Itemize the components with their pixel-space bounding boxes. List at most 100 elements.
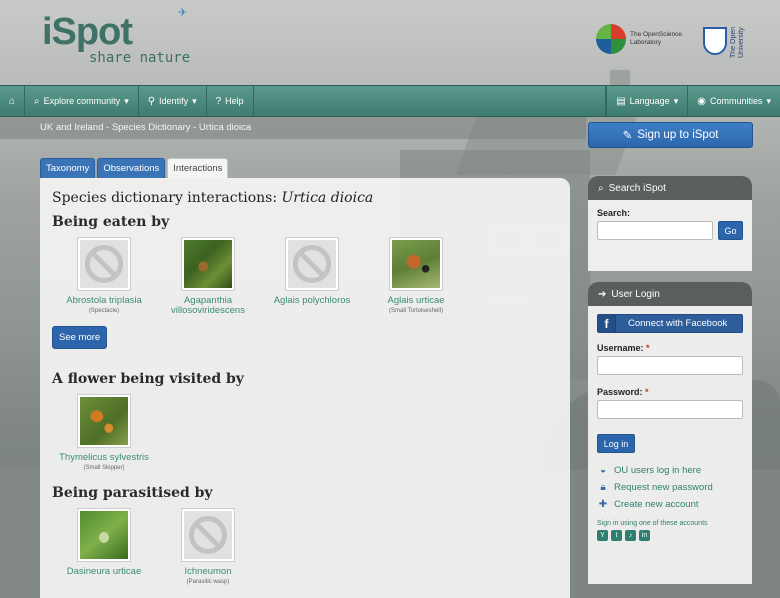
species-card[interactable]: Agapanthia villosoviridescens (156, 237, 260, 318)
species-name[interactable]: Dasineura urticae (52, 567, 156, 577)
ou-shield-icon: ◒ (599, 465, 607, 476)
username-label: Username: * (597, 343, 743, 353)
search-icon: ⌕ (34, 95, 40, 107)
nav-home[interactable]: ⌂ (0, 86, 26, 116)
species-name[interactable]: Agapanthia villosoviridescens (156, 296, 260, 316)
no-image-icon (288, 240, 336, 288)
sign-in-icon: ➔ (598, 288, 607, 300)
ou-login-link[interactable]: ◒ OU users log in here (597, 465, 743, 476)
login-box-header: ➔ User Login (588, 282, 752, 306)
signup-button[interactable]: ✎ Sign up to iSpot (588, 122, 753, 148)
password-label: Password: * (597, 387, 743, 397)
nav-explore-community[interactable]: ⌕ Explore community ▾ (25, 86, 139, 116)
tab-taxonomy[interactable]: Taxonomy (40, 158, 96, 178)
section-heading: Being parasitised by (52, 485, 213, 501)
species-thumbnail[interactable] (389, 237, 443, 291)
species-name[interactable]: Aglais polychloros (260, 296, 364, 306)
caret-down-icon: ▾ (673, 95, 679, 106)
facebook-connect-button[interactable]: f Connect with Facebook (597, 314, 743, 333)
username-field[interactable] (597, 356, 743, 375)
nav-identify[interactable]: ⚲ Identify ▾ (139, 86, 207, 116)
search-label: Search: (597, 208, 631, 218)
facebook-icon: f (598, 315, 616, 332)
login-box: ➔ User Login f Connect with Facebook Use… (588, 282, 752, 584)
password-field[interactable] (597, 400, 743, 419)
username-label-text: Username: (597, 343, 644, 353)
breadcrumb: UK and Ireland - Species Dictionary - Ur… (0, 117, 586, 139)
required-mark: * (646, 343, 650, 353)
search-go-button[interactable]: Go (718, 221, 743, 240)
species-name[interactable]: Aglais urticae (364, 296, 468, 306)
species-card[interactable]: Aglais polychloros (260, 237, 364, 318)
signup-label: Sign up to iSpot (637, 129, 719, 141)
twitter-icon[interactable]: t (611, 530, 622, 541)
tab-bar: Taxonomy Observations Interactions (40, 158, 229, 178)
ispot-logo[interactable]: iSpot share nature (42, 12, 190, 66)
species-thumbnail[interactable] (77, 394, 131, 448)
see-more-button[interactable]: See more (52, 326, 108, 349)
lock-icon: 🔒︎ (600, 482, 606, 493)
linkedin-icon[interactable]: in (639, 530, 650, 541)
species-card[interactable]: Abrostola triplasia (Spectacle) (52, 237, 156, 318)
species-thumbnail[interactable] (181, 237, 235, 291)
search-icon: ⌕ (598, 182, 604, 194)
species-photo (80, 397, 128, 445)
no-image-icon (184, 511, 232, 559)
tab-observations[interactable]: Observations (97, 158, 166, 178)
tab-interactions[interactable]: Interactions (167, 158, 229, 178)
nav-help[interactable]: ? Help (207, 86, 254, 116)
species-photo (392, 240, 440, 288)
bird-icon: ✈ (178, 7, 188, 19)
search-box: ⌕ Search iSpot Search: Go (588, 176, 752, 271)
caret-down-icon: ▾ (124, 95, 129, 106)
tiktok-icon[interactable]: ♪ (625, 530, 636, 541)
login-button[interactable]: Log in (597, 434, 635, 453)
species-thumbnail[interactable] (285, 237, 339, 291)
caret-down-icon: ▾ (766, 95, 771, 106)
page-title-species: Urtica dioica (281, 190, 374, 206)
binoculars-icon: ⚲ (147, 95, 156, 107)
nav-language[interactable]: ▤ Language ▾ (606, 86, 687, 116)
species-thumbnail[interactable] (77, 508, 131, 562)
species-card[interactable]: Ichneumon (Parasitic wasp) (156, 508, 260, 585)
main-nav: ⌂ ⌕ Explore community ▾ ⚲ Identify ▾ ? H… (0, 85, 780, 117)
pencil-icon: ✎ (622, 130, 633, 142)
page-title: Species dictionary interactions: Urtica … (52, 190, 558, 206)
section-flower-visited-by: A flower being visited by Thymelicus syl… (52, 371, 558, 471)
request-password-link[interactable]: 🔒︎ Request new password (597, 482, 743, 493)
search-box-header: ⌕ Search iSpot (588, 176, 752, 200)
species-photo (184, 240, 232, 288)
species-card[interactable]: Dasineura urticae (52, 508, 156, 585)
ou-logo-text: The Open University (730, 26, 745, 58)
ou-login-link-label: OU users log in here (614, 465, 702, 476)
login-box-title: User Login (611, 288, 660, 300)
create-account-link[interactable]: ✚ Create new account (597, 499, 743, 510)
openscience-lab-logo[interactable]: The OpenScience Laboratory (596, 24, 690, 54)
species-thumbnail[interactable] (181, 508, 235, 562)
help-icon: ? (215, 95, 222, 107)
password-label-text: Password: (597, 387, 643, 397)
open-university-logo[interactable]: The Open University (703, 24, 746, 58)
species-name[interactable]: Thymelicus sylvestris (52, 453, 156, 463)
search-input[interactable] (597, 221, 713, 240)
nav-identify-label: Identify (159, 96, 189, 106)
alt-signin-text: Sign in using one of these accounts (597, 520, 708, 527)
home-icon: ⌂ (9, 95, 16, 107)
species-card[interactable]: Aglais urticae (Small Tortoiseshell) (364, 237, 468, 318)
caret-down-icon: ▾ (192, 95, 197, 106)
nav-communities[interactable]: ◉ Communities ▾ (687, 86, 780, 116)
add-user-icon: ✚ (598, 499, 608, 510)
species-photo (80, 511, 128, 559)
species-common-name: (Small Tortoiseshell) (389, 308, 443, 314)
section-being-eaten-by: Being eaten by Abrostola triplasia (Spec… (52, 214, 558, 361)
species-common-name: (Spectacle) (88, 308, 120, 314)
yahoo-icon[interactable]: Y (597, 530, 608, 541)
globe-icon: ◉ (697, 95, 706, 107)
section-heading: A flower being visited by (52, 371, 244, 387)
species-card[interactable]: Thymelicus sylvestris (Small Skipper) (52, 394, 156, 471)
species-thumbnail[interactable] (77, 237, 131, 291)
species-name[interactable]: Ichneumon (156, 567, 260, 577)
create-account-label: Create new account (614, 499, 699, 510)
osl-circle-icon (596, 24, 626, 54)
species-name[interactable]: Abrostola triplasia (52, 296, 156, 306)
